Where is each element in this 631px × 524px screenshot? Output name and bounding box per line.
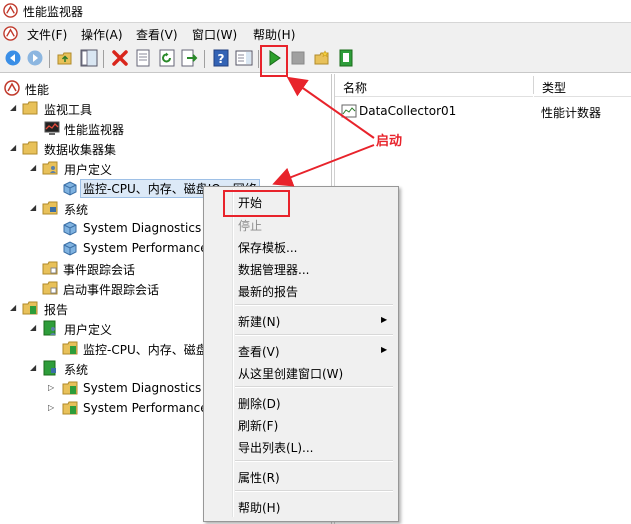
collapsed-triangle-icon[interactable]: ▷: [48, 403, 57, 412]
menu-separator: [235, 490, 393, 492]
submenu-arrow-icon: ▶: [381, 345, 388, 354]
new-collector-icon[interactable]: [313, 49, 331, 67]
menu-item-export-list[interactable]: 导出列表(L)...: [238, 439, 314, 456]
menu-item-delete[interactable]: 删除(D): [238, 395, 281, 412]
menu-action[interactable]: 操作(A): [81, 26, 123, 43]
toolbar-separator: [204, 50, 205, 68]
menu-separator: [235, 460, 393, 462]
back-icon[interactable]: [4, 49, 22, 67]
column-header-name[interactable]: 名称: [335, 74, 533, 97]
action-pane-icon[interactable]: [235, 49, 253, 67]
menu-separator: [235, 334, 393, 336]
perf-root-icon: [4, 80, 20, 96]
help-icon[interactable]: ?: [212, 49, 230, 67]
menu-file[interactable]: 文件(F): [27, 26, 67, 43]
report-user-icon: [43, 320, 56, 336]
annotation-label: 启动: [376, 134, 403, 149]
menu-separator: [235, 386, 393, 388]
expanded-triangle-icon[interactable]: ◢: [30, 203, 39, 212]
menu-item-stop: 停止: [238, 219, 263, 233]
folder-trace-icon: [42, 261, 58, 275]
menu-view[interactable]: 查看(V): [136, 26, 178, 43]
report-item-icon: [62, 381, 78, 395]
svg-text:?: ?: [218, 52, 225, 66]
toolbar-separator: [49, 50, 50, 68]
stop-icon[interactable]: [289, 49, 307, 67]
toolbar-separator: [258, 50, 259, 68]
performance-counter-icon: [341, 104, 357, 118]
collector-set-icon: [63, 181, 77, 196]
menu-item-new[interactable]: 新建(N): [238, 313, 280, 330]
report-item-icon: [62, 341, 78, 355]
menu-help[interactable]: 帮助(H): [253, 26, 295, 43]
highlight-start-button: [260, 45, 288, 77]
report-folder-icon: [22, 301, 38, 315]
menu-item-refresh[interactable]: 刷新(F): [238, 417, 278, 434]
menu-item-save-template[interactable]: 保存模板...: [238, 239, 297, 256]
collapsed-triangle-icon[interactable]: ▷: [48, 383, 57, 392]
toolbar: ?: [0, 44, 631, 73]
submenu-arrow-icon: ▶: [381, 315, 388, 324]
expanded-triangle-icon[interactable]: ◢: [10, 103, 19, 112]
report-item-icon: [62, 401, 78, 415]
menu-item-help[interactable]: 帮助(H): [238, 499, 280, 516]
up-folder-icon[interactable]: [56, 49, 74, 67]
list-item-type: 性能计数器: [541, 106, 602, 120]
menu-window[interactable]: 窗口(W): [192, 26, 237, 43]
expanded-triangle-icon[interactable]: ◢: [10, 303, 19, 312]
latest-report-icon[interactable]: [337, 49, 355, 67]
folder-user-icon: [42, 161, 58, 175]
folder-icon: [22, 141, 38, 155]
window-title: 性能监视器: [23, 5, 84, 19]
delete-icon[interactable]: [111, 49, 129, 67]
properties-icon[interactable]: [134, 49, 152, 67]
forward-icon[interactable]: [26, 49, 44, 67]
menu-item-properties[interactable]: 属性(R): [238, 469, 280, 486]
context-menu: 开始 停止 保存模板... 数据管理器... 最新的报告 新建(N) ▶ 查看(…: [203, 186, 399, 522]
column-header-type[interactable]: 类型: [534, 74, 631, 97]
list-item-name: DataCollector01: [359, 104, 457, 118]
export-list-icon[interactable]: [180, 49, 198, 67]
menu-item-latest-report[interactable]: 最新的报告: [238, 283, 298, 300]
menu-item-view[interactable]: 查看(V): [238, 343, 280, 360]
folder-icon: [22, 101, 38, 115]
menu-gutter: [232, 189, 234, 517]
menu-bar: 文件(F) 操作(A) 查看(V) 窗口(W) 帮助(H): [0, 23, 631, 44]
folder-trace-icon: [42, 281, 58, 295]
highlight-start-menu-item: [223, 190, 290, 217]
perfmon-app-icon: [3, 3, 18, 18]
toolbar-separator: [103, 50, 104, 68]
refresh-icon[interactable]: [158, 49, 176, 67]
expanded-triangle-icon[interactable]: ◢: [30, 163, 39, 172]
monitor-icon: [44, 121, 60, 135]
menu-item-data-manager[interactable]: 数据管理器...: [238, 261, 309, 278]
report-system-icon: [43, 360, 56, 376]
expanded-triangle-icon[interactable]: ◢: [10, 143, 19, 152]
title-bar: 性能监视器: [0, 0, 631, 23]
show-hide-tree-icon[interactable]: [80, 49, 98, 67]
menu-separator: [235, 304, 393, 306]
collector-set-icon: [63, 241, 77, 256]
system-menu-icon[interactable]: [3, 26, 18, 41]
collector-set-icon: [63, 221, 77, 236]
folder-system-icon: [42, 201, 58, 215]
menu-item-new-window[interactable]: 从这里创建窗口(W): [238, 365, 343, 382]
list-item[interactable]: DataCollector01 性能计数器: [339, 102, 629, 122]
expanded-triangle-icon[interactable]: ◢: [30, 323, 39, 332]
expanded-triangle-icon[interactable]: ◢: [30, 363, 39, 372]
